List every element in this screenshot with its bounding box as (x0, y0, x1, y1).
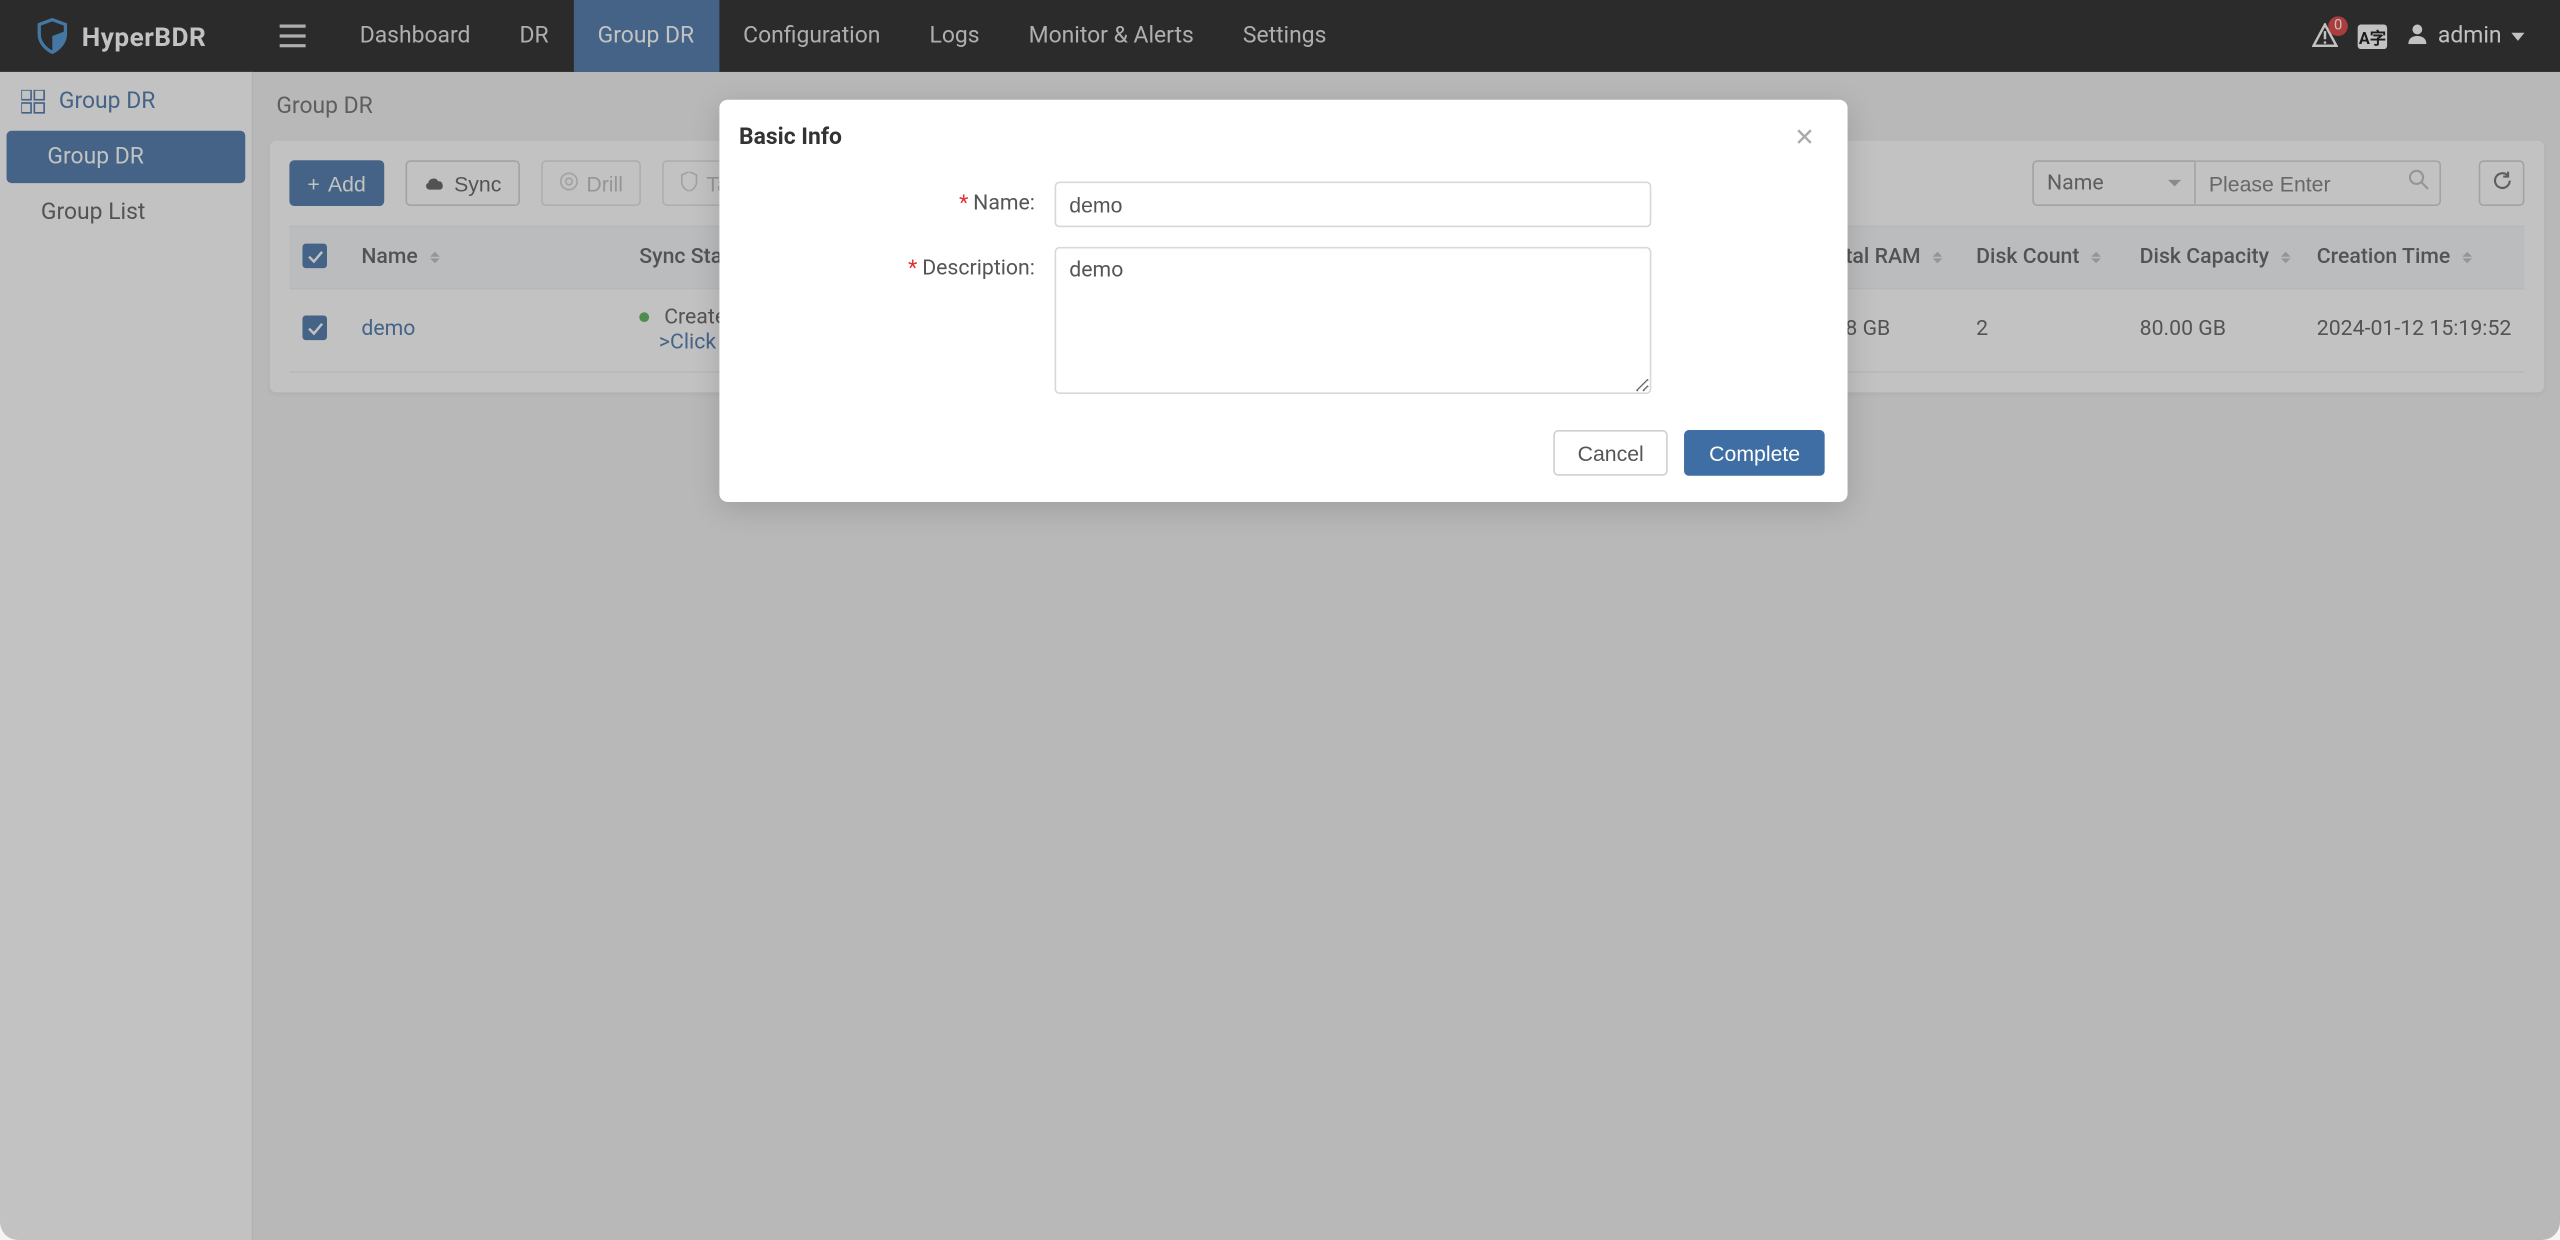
modal-mask[interactable]: Basic Info ✕ *Name: *Description: Cancel… (0, 0, 2560, 1240)
form-row-description: *Description: (719, 237, 1847, 410)
description-textarea[interactable] (1055, 247, 1652, 394)
description-label: *Description: (752, 247, 1054, 401)
close-icon[interactable]: ✕ (1794, 123, 1815, 152)
complete-button[interactable]: Complete (1685, 430, 1825, 476)
form-row-name: *Name: (719, 172, 1847, 237)
modal-title: Basic Info (739, 124, 842, 150)
basic-info-modal: Basic Info ✕ *Name: *Description: Cancel… (719, 100, 1847, 502)
cancel-button[interactable]: Cancel (1553, 430, 1668, 476)
modal-footer: Cancel Complete (719, 410, 1847, 502)
modal-header: Basic Info ✕ (719, 100, 1847, 172)
name-input[interactable] (1055, 181, 1652, 227)
name-label: *Name: (752, 181, 1054, 227)
app-root: HyperBDR Dashboard DR Group DR Configura… (0, 0, 2560, 1240)
